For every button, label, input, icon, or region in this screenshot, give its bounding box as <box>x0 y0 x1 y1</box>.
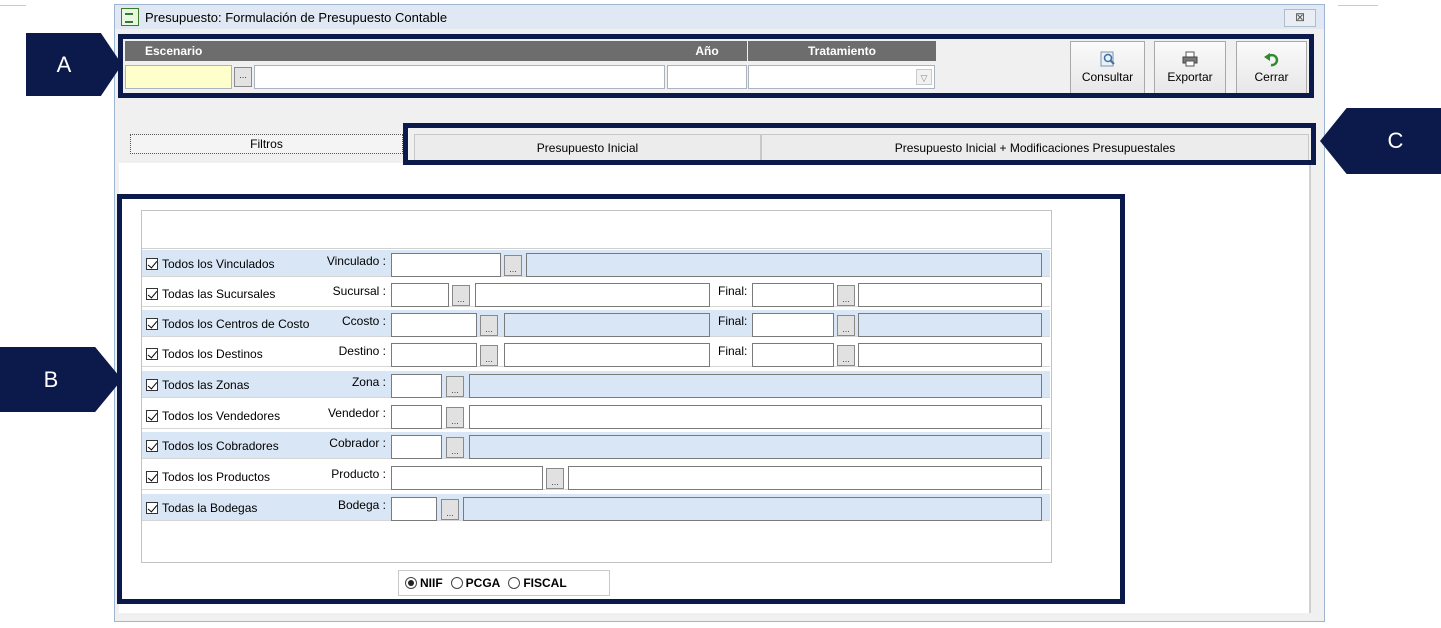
close-window-button[interactable]: ⊠ <box>1284 9 1316 27</box>
spreadsheet-icon <box>121 8 139 26</box>
panel-scroll-edge <box>1309 163 1311 613</box>
edge-rule-left <box>0 5 26 6</box>
callout-b: B <box>0 347 122 412</box>
callout-c: C <box>1320 108 1441 174</box>
window-title: Presupuesto: Formulación de Presupuesto … <box>145 9 448 25</box>
callout-a: A <box>26 33 122 96</box>
annotation-box-c <box>403 123 1316 165</box>
annotation-box-a <box>118 34 1314 98</box>
title-bar: Presupuesto: Formulación de Presupuesto … <box>115 5 1324 29</box>
tab-filtros[interactable]: Filtros <box>130 134 403 154</box>
annotation-box-b <box>117 194 1125 604</box>
edge-rule-right <box>1338 5 1378 6</box>
